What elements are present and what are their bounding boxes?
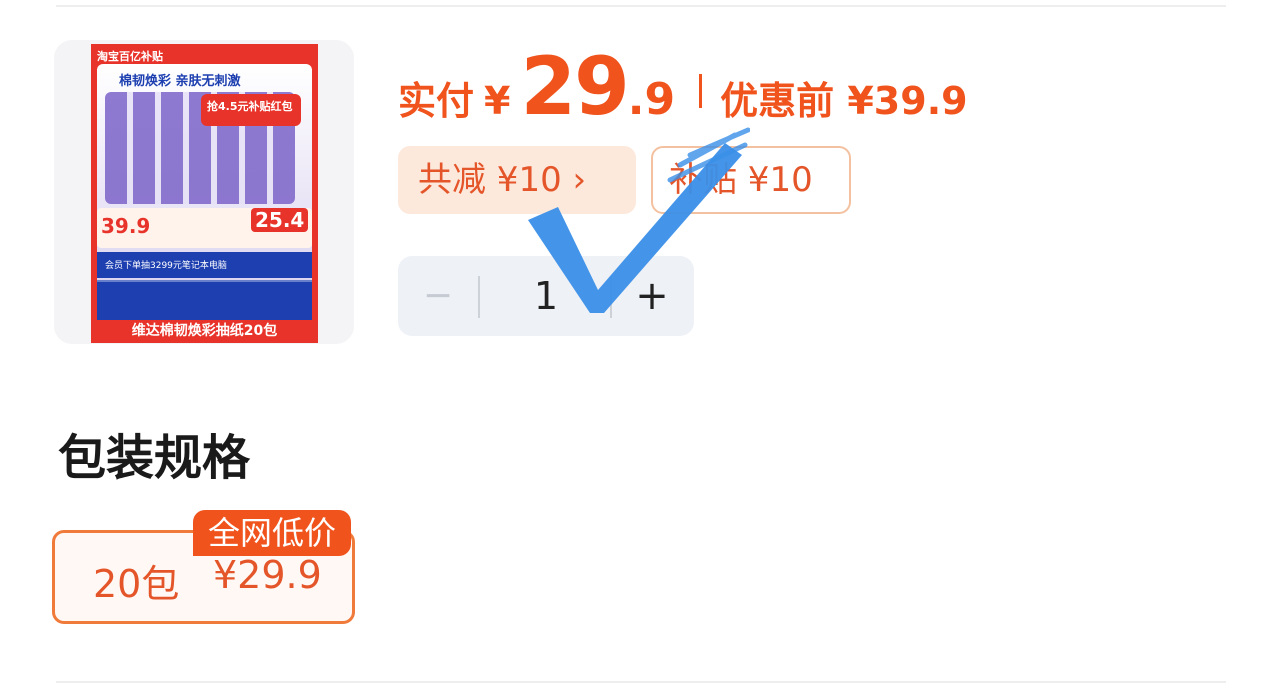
image-price-before: 39.9: [101, 214, 151, 238]
price-decimal: .9: [627, 74, 676, 125]
spec-option-label: 20包: [93, 562, 180, 606]
image-brand-text: 淘宝百亿补贴: [97, 50, 163, 63]
price-integer: 29: [520, 40, 629, 133]
price-separator: [699, 74, 703, 108]
original-price: 优惠前 ¥39.9: [720, 79, 968, 123]
image-promo-panel: [97, 280, 312, 320]
image-promo-line: 会员下单抽3299元笔记本电脑: [97, 252, 312, 278]
image-slogan: 棉韧焕彩 亲肤无刺激: [119, 74, 241, 89]
currency-symbol: ¥: [484, 79, 511, 123]
image-redpack-text: 抢4.5元补贴红包: [201, 94, 301, 126]
checkmark-icon: [528, 127, 750, 313]
spec-section-title: 包装规格: [58, 430, 251, 486]
bottom-divider: [56, 681, 1226, 683]
spec-option-price: ¥29.9: [213, 553, 322, 597]
product-image[interactable]: 淘宝百亿补贴 棉韧焕彩 亲肤无刺激 抢4.5元补贴红包 39.9 25.4 会员…: [91, 44, 318, 343]
image-price-after: 25.4: [251, 208, 309, 232]
image-footer: 维达棉韧焕彩抽纸20包: [131, 323, 278, 339]
lowest-price-badge: 全网低价: [193, 510, 351, 556]
top-divider: [56, 5, 1226, 7]
pay-label: 实付: [398, 79, 475, 123]
stepper-divider: [478, 276, 480, 318]
decrement-button[interactable]: −: [412, 256, 464, 336]
price-row: 实付 ¥ 29 .9 优惠前 ¥39.9: [398, 40, 968, 133]
